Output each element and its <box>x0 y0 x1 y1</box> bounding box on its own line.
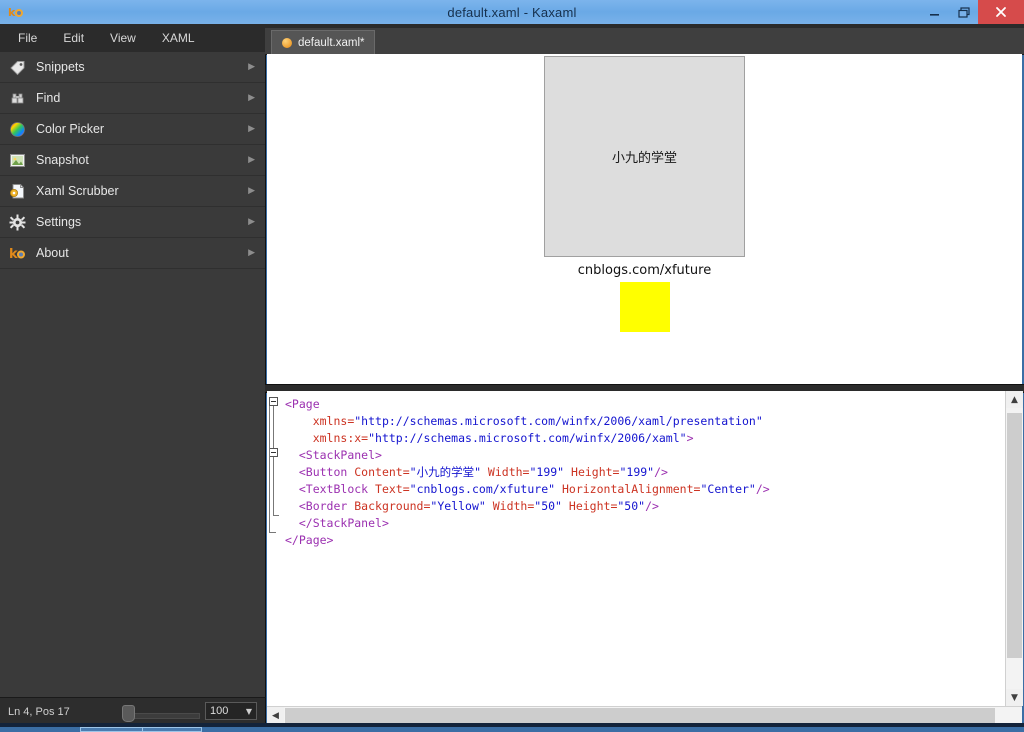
chevron-right-icon: ▶ <box>248 62 255 72</box>
code-line: <Button Content="小九的学堂" Width="199" Heig… <box>298 465 668 479</box>
binoculars-icon <box>8 89 26 107</box>
sidebar-item-settings[interactable]: Settings ▶ <box>0 207 265 238</box>
code-line: xmlns="http://schemas.microsoft.com/winf… <box>312 414 763 428</box>
chevron-right-icon: ▶ <box>248 217 255 227</box>
title-bar: k default.xaml - Kaxaml <box>0 0 1024 24</box>
tag-icon <box>8 58 26 76</box>
sidebar-item-find[interactable]: Find ▶ <box>0 83 265 114</box>
menu-item-view[interactable]: View <box>98 27 148 49</box>
status-bar: Ln 4, Pos 17 100 ▼ <box>0 697 266 726</box>
fold-tick <box>273 515 279 516</box>
code-line: <Page <box>285 397 320 411</box>
chevron-right-icon: ▶ <box>248 248 255 258</box>
code-line: <StackPanel> <box>298 448 382 462</box>
sidebar-item-xaml-scrubber[interactable]: Xaml Scrubber ▶ <box>0 176 265 207</box>
picture-icon <box>8 151 26 169</box>
sidebar-item-label: Xaml Scrubber <box>36 184 119 198</box>
preview-stackpanel: 小九的学堂 cnblogs.com/xfuture <box>267 54 1022 332</box>
editor-vertical-scrollbar[interactable]: ▲ ▼ <box>1005 391 1023 706</box>
tab-label: default.xaml* <box>298 36 365 49</box>
zoom-slider-track <box>126 713 200 719</box>
code-line: xmlns:x="http://schemas.microsoft.com/wi… <box>312 431 694 445</box>
window-title: default.xaml - Kaxaml <box>447 4 577 20</box>
fold-toggle-page[interactable] <box>269 397 278 406</box>
xaml-preview-pane: 小九的学堂 cnblogs.com/xfuture <box>267 54 1022 384</box>
sidebar-item-label: Color Picker <box>36 122 105 136</box>
zoom-slider-thumb[interactable] <box>122 705 135 722</box>
sidebar-item-label: About <box>36 246 69 260</box>
sidebar-item-about[interactable]: k About ▶ <box>0 238 265 269</box>
editor-horizontal-scrollbar[interactable]: ◀ <box>267 706 1022 724</box>
zoom-level-value: 100 <box>210 705 229 717</box>
taskbar-button[interactable] <box>142 727 202 732</box>
os-taskbar <box>0 727 1024 732</box>
window-controls <box>920 0 1024 24</box>
code-line: <Border Background="Yellow" Width="50" H… <box>298 499 659 513</box>
scroll-left-icon[interactable]: ◀ <box>267 707 284 724</box>
sidebar-item-label: Snippets <box>36 60 85 74</box>
chevron-right-icon: ▶ <box>248 93 255 103</box>
sidebar-item-label: Settings <box>36 215 82 229</box>
fold-toggle-stackpanel[interactable] <box>269 448 278 457</box>
code-line: </StackPanel> <box>298 516 389 530</box>
sidebar-item-snapshot[interactable]: Snapshot ▶ <box>0 145 265 176</box>
color-wheel-icon <box>8 120 26 138</box>
document-gear-icon <box>8 182 26 200</box>
unsaved-dot-icon <box>282 37 292 48</box>
chevron-down-icon: ▼ <box>245 706 252 716</box>
code-content: <Page xmlns="http://schemas.microsoft.co… <box>285 396 770 549</box>
tab-strip: default.xaml* <box>265 28 1024 55</box>
menu-item-file[interactable]: File <box>6 27 49 49</box>
vertical-scroll-thumb[interactable] <box>1007 413 1022 658</box>
preview-textblock: cnblogs.com/xfuture <box>577 263 712 278</box>
minimize-button[interactable] <box>920 0 949 24</box>
gear-icon <box>8 213 26 231</box>
preview-border <box>619 282 670 332</box>
chevron-right-icon: ▶ <box>248 124 255 134</box>
sidebar-item-label: Find <box>36 91 61 105</box>
fold-line-outer <box>269 406 270 533</box>
scroll-up-icon[interactable]: ▲ <box>1006 391 1023 408</box>
fold-line <box>273 406 274 448</box>
code-line: <TextBlock Text="cnblogs.com/xfuture" Ho… <box>298 482 770 496</box>
zoom-slider[interactable] <box>118 704 200 722</box>
menu-item-xaml[interactable]: XAML <box>150 27 207 49</box>
caret-position-label: Ln 4, Pos 17 <box>8 706 70 718</box>
tab-default-xaml[interactable]: default.xaml* <box>271 30 376 54</box>
fold-tick <box>269 532 276 533</box>
svg-text:k: k <box>9 247 18 262</box>
code-line: </Page> <box>285 533 334 547</box>
sidebar-item-color-picker[interactable]: Color Picker ▶ <box>0 114 265 145</box>
restore-button[interactable] <box>949 0 978 24</box>
preview-button[interactable]: 小九的学堂 <box>544 56 745 257</box>
sidebar-item-label: Snapshot <box>36 153 89 167</box>
kaxaml-window: k default.xaml - Kaxaml File Edit View X… <box>0 0 1024 732</box>
horizontal-scroll-thumb[interactable] <box>285 708 995 723</box>
fold-line <box>273 457 274 515</box>
kaxaml-logo-icon: k <box>8 244 26 262</box>
chevron-right-icon: ▶ <box>248 186 255 196</box>
left-sidebar: Snippets ▶ Find ▶ Color Picker ▶ Snapsho… <box>0 52 266 697</box>
scroll-down-icon[interactable]: ▼ <box>1006 689 1023 706</box>
fold-gutter <box>267 391 285 706</box>
zoom-level-dropdown[interactable]: 100 ▼ <box>205 702 257 720</box>
sidebar-item-snippets[interactable]: Snippets ▶ <box>0 52 265 83</box>
menu-item-edit[interactable]: Edit <box>51 27 96 49</box>
close-button[interactable] <box>978 0 1024 24</box>
chevron-right-icon: ▶ <box>248 155 255 165</box>
xaml-code-editor[interactable]: <Page xmlns="http://schemas.microsoft.co… <box>267 391 1005 706</box>
